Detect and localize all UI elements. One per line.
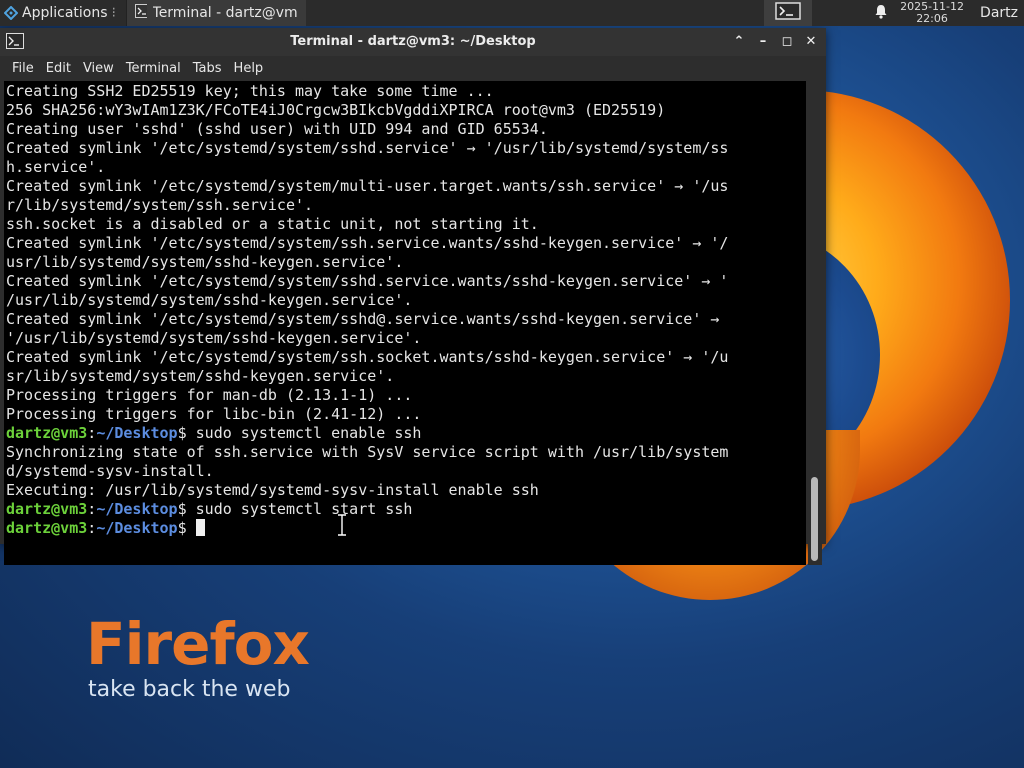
command-text: sudo systemctl enable ssh <box>195 424 422 442</box>
maximize-icon: ◻ <box>781 33 793 49</box>
clock[interactable]: 2025-11-12 22:06 <box>894 1 970 25</box>
applications-label: Applications <box>22 5 108 21</box>
close-button[interactable]: ✕ <box>802 32 820 50</box>
minimize-icon: – <box>759 33 767 49</box>
output-line: Executing: /usr/lib/systemd/systemd-sysv… <box>6 481 539 499</box>
output-line: h.service'. <box>6 158 106 176</box>
menu-file[interactable]: File <box>6 61 40 76</box>
clock-time: 22:06 <box>916 12 948 25</box>
output-line: Processing triggers for libc-bin (2.41-1… <box>6 405 422 423</box>
terminal-window: Terminal - dartz@vm3: ~/Desktop ⌃ – ◻ ✕ … <box>0 28 826 565</box>
wallpaper-branding: Firefox take back the web <box>86 610 310 704</box>
window-title: Terminal - dartz@vm3: ~/Desktop <box>290 34 536 49</box>
output-line: Created symlink '/etc/systemd/system/ssh… <box>6 272 729 290</box>
text-cursor <box>195 519 205 536</box>
output-line: /usr/lib/systemd/system/sshd-keygen.serv… <box>6 291 413 309</box>
terminal-scrollbar[interactable] <box>808 81 822 565</box>
minimize-button[interactable]: – <box>754 32 772 50</box>
launcher-terminal-button[interactable] <box>764 0 813 26</box>
prompt-path: ~/Desktop <box>96 500 178 518</box>
command-text: sudo systemctl start ssh <box>195 500 413 518</box>
menu-terminal[interactable]: Terminal <box>120 61 187 76</box>
prompt-path: ~/Desktop <box>96 519 178 537</box>
top-panel: Applications ⁝ Terminal - dartz@vm3: ...… <box>0 0 1024 26</box>
output-line: Created symlink '/etc/systemd/system/ssh… <box>6 348 729 366</box>
prompt-user: dartz@vm3 <box>6 424 88 442</box>
scrollbar-thumb[interactable] <box>811 477 818 561</box>
menu-edit[interactable]: Edit <box>40 61 77 76</box>
separator-icon: ⁝ <box>111 5 116 21</box>
close-icon: ✕ <box>805 33 817 49</box>
prompt-user: dartz@vm3 <box>6 519 88 537</box>
maximize-button[interactable]: ◻ <box>778 32 796 50</box>
output-line: '/usr/lib/systemd/system/sshd-keygen.ser… <box>6 329 422 347</box>
output-line: d/systemd-sysv-install. <box>6 462 214 480</box>
shade-button[interactable]: ⌃ <box>730 32 748 50</box>
terminal-output[interactable]: Creating SSH2 ED25519 key; this may take… <box>4 81 806 565</box>
taskbar-item-terminal[interactable]: Terminal - dartz@vm3: ... <box>125 0 306 26</box>
output-line: Synchronizing state of ssh.service with … <box>6 443 729 461</box>
output-line: r/lib/systemd/system/ssh.service'. <box>6 196 314 214</box>
menu-tabs[interactable]: Tabs <box>187 61 228 76</box>
output-line: Processing triggers for man-db (2.13.1-1… <box>6 386 413 404</box>
prompt-user: dartz@vm3 <box>6 500 88 518</box>
menu-bar: File Edit View Terminal Tabs Help <box>0 56 826 80</box>
terminal-icon <box>134 4 147 22</box>
output-line: ssh.socket is a disabled or a static uni… <box>6 215 539 233</box>
notifications-button[interactable] <box>868 4 894 23</box>
brand-tagline: take back the web <box>88 677 291 702</box>
user-menu-button[interactable]: Dartz <box>970 5 1024 21</box>
mouse-ibeam-cursor-icon <box>336 513 348 540</box>
app-menu-icon <box>4 6 18 20</box>
output-line: sr/lib/systemd/system/sshd-keygen.servic… <box>6 367 395 385</box>
taskbar-item-label: Terminal - dartz@vm3: ... <box>152 5 298 21</box>
output-line: Created symlink '/etc/systemd/system/ssh… <box>6 310 720 328</box>
output-line: Created symlink '/etc/systemd/system/ssh… <box>6 139 729 157</box>
output-line: Creating SSH2 ED25519 key; this may take… <box>6 82 494 100</box>
terminal-icon <box>775 2 801 24</box>
bell-icon <box>874 4 888 23</box>
menu-help[interactable]: Help <box>228 61 270 76</box>
prompt-path: ~/Desktop <box>96 424 178 442</box>
window-titlebar[interactable]: Terminal - dartz@vm3: ~/Desktop ⌃ – ◻ ✕ <box>0 28 826 56</box>
output-line: 256 SHA256:wY3wIAm1Z3K/FCoTE4iJ0Crgcw3BI… <box>6 101 666 119</box>
menu-view[interactable]: View <box>77 61 120 76</box>
output-line: Created symlink '/etc/systemd/system/ssh… <box>6 234 729 252</box>
output-line: usr/lib/systemd/system/sshd-keygen.servi… <box>6 253 404 271</box>
applications-menu-button[interactable]: Applications ⁝ <box>0 0 122 26</box>
chevron-up-icon: ⌃ <box>733 33 745 49</box>
output-line: Created symlink '/etc/systemd/system/mul… <box>6 177 729 195</box>
output-line: Creating user 'sshd' (sshd user) with UI… <box>6 120 548 138</box>
brand-name: Firefox <box>86 610 310 678</box>
